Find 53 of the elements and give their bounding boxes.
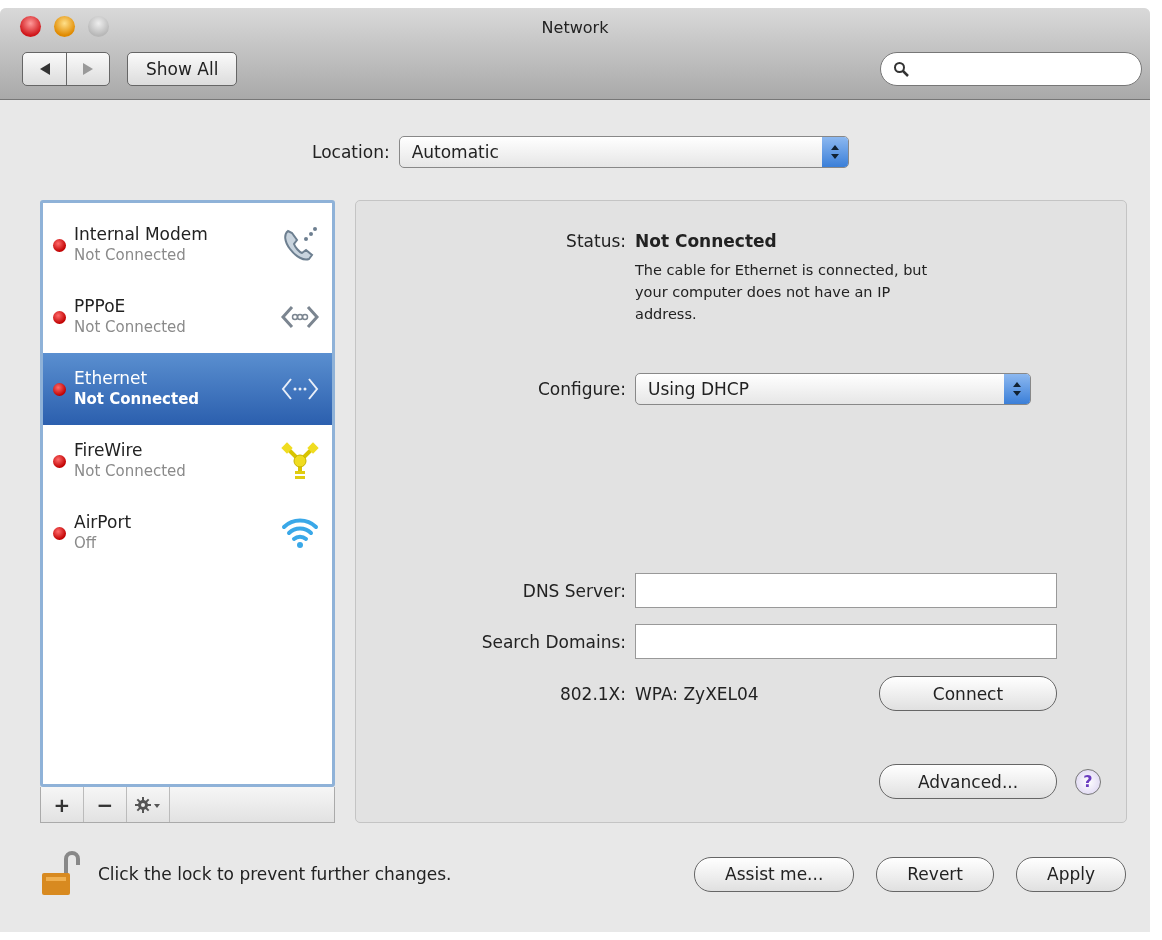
status-dot-icon — [53, 454, 66, 468]
connect-button[interactable]: Connect — [879, 676, 1057, 711]
status-dot-icon — [53, 238, 66, 252]
service-status: Not Connected — [74, 461, 187, 482]
status-dot-icon — [53, 310, 66, 324]
location-label: Location: — [312, 142, 390, 162]
configure-dropdown[interactable]: Using DHCP — [635, 373, 1031, 405]
service-item[interactable]: PPPoE Not Connected — [43, 281, 332, 353]
service-item[interactable]: AirPort Off — [43, 497, 332, 569]
gear-icon — [135, 796, 161, 813]
firewire-icon — [280, 441, 320, 481]
dot1x-label: 802.1X: — [558, 683, 626, 704]
service-name: Ethernet — [74, 368, 149, 389]
apply-button[interactable]: Apply — [1016, 856, 1126, 892]
assist-button[interactable]: Assist me... — [694, 856, 855, 892]
lock-message: Click the lock to prevent further changes. — [98, 864, 452, 884]
service-name: FireWire — [74, 440, 144, 461]
dns-server-field[interactable] — [635, 573, 1057, 608]
configure-label: Configure: — [536, 379, 626, 399]
status-label: Status: — [565, 231, 626, 251]
service-name: AirPort — [74, 512, 133, 533]
service-status: Not Connected — [74, 317, 187, 338]
close-button[interactable] — [20, 16, 41, 37]
service-name: Internal Modem — [74, 224, 209, 245]
status-description: The cable for Ethernet is connected, but your computer does not have an IP address. — [635, 261, 929, 324]
service-status: Not Connected — [74, 245, 187, 266]
service-name: PPPoE — [74, 296, 127, 317]
status-dot-icon — [53, 382, 66, 396]
advanced-button[interactable]: Advanced... — [879, 764, 1057, 799]
help-button[interactable]: ? — [1075, 768, 1101, 795]
search-icon — [893, 61, 909, 77]
search-domains-label: Search Domains: — [480, 631, 626, 652]
revert-button[interactable]: Revert — [876, 856, 994, 892]
dot1x-value: WPA: ZyXEL04 — [635, 683, 759, 704]
status-value: Not Connected — [635, 231, 778, 251]
show-all-button[interactable]: Show All — [127, 52, 238, 86]
search-domains-field[interactable] — [635, 624, 1057, 659]
service-item[interactable]: Ethernet Not Connected — [43, 353, 332, 425]
add-service-button[interactable]: + — [41, 787, 84, 822]
service-item[interactable]: Internal Modem Not Connected — [43, 209, 332, 281]
window-title: Network — [541, 17, 609, 37]
service-item[interactable]: FireWire Not Connected — [43, 425, 332, 497]
service-status: Off — [74, 533, 98, 554]
search-field[interactable] — [880, 52, 1142, 86]
dns-server-label: DNS Server: — [521, 580, 626, 601]
up-down-arrows-icon — [1012, 381, 1022, 397]
service-status: Not Connected — [74, 389, 201, 410]
up-down-arrows-icon — [829, 144, 840, 160]
back-arrow-icon — [38, 62, 51, 76]
location-dropdown[interactable]: Automatic — [398, 136, 849, 168]
remove-service-button[interactable]: − — [84, 787, 127, 822]
forward-arrow-icon — [82, 62, 94, 76]
status-dot-icon — [53, 526, 66, 540]
